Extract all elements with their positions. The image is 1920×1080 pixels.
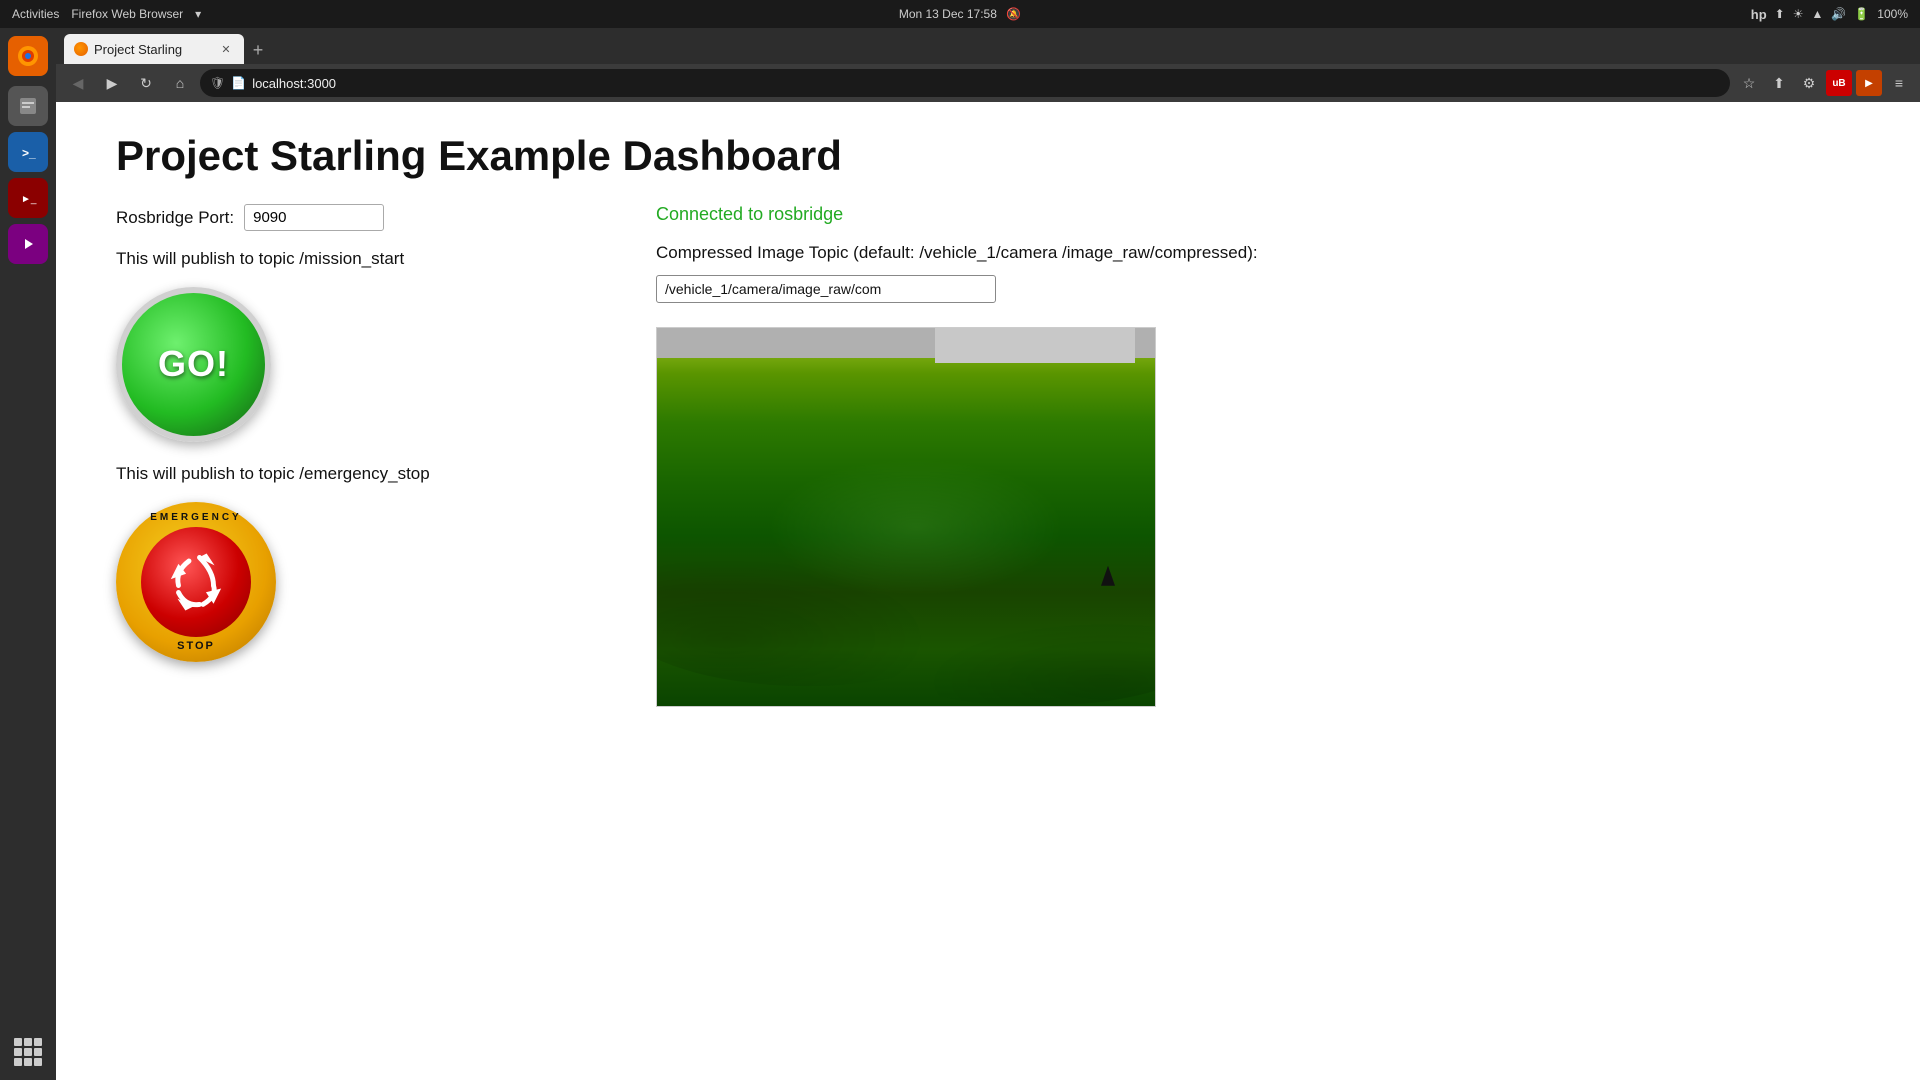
emergency-text-top: EMERGENCY [150,512,241,523]
sidebar-firefox-icon[interactable] [8,36,48,76]
camera-image-content [657,328,1155,706]
topic-label: Compressed Image Topic (default: /vehicl… [656,241,1860,265]
camera-view [656,327,1156,707]
rosbridge-row: Rosbridge Port: [116,204,596,231]
sidebar-grid-button[interactable] [8,1032,48,1072]
extension-pocket-icon[interactable]: ⬆ [1766,70,1792,96]
datetime-label: Mon 13 Dec 17:58 [899,7,997,21]
svg-text:►_: ►_ [21,194,37,205]
ublock-icon[interactable]: uB [1826,70,1852,96]
left-panel: Rosbridge Port: This will publish to top… [116,204,596,707]
tab-close-button[interactable]: ✕ [218,41,234,57]
reload-button[interactable]: ↻ [132,69,160,97]
page-icon: 📄 [231,76,246,90]
tab-favicon [74,42,88,56]
extensions-icon[interactable]: ⬆ [1775,7,1785,21]
go-button-label: GO! [158,343,229,385]
url-display[interactable]: localhost:3000 [252,76,1720,91]
notification-icon: 🔕 [1006,7,1021,21]
firefox-account-icon[interactable]: ⚙ [1796,70,1822,96]
os-topbar-right: hp ⬆ ☀ ▲ 🔊 🔋 100% [1751,7,1908,22]
topic-input[interactable] [656,275,996,303]
os-sidebar: >_ ►_ [0,28,56,1080]
sidebar-vscode-icon[interactable]: >_ [8,132,48,172]
os-topbar-left: Activities Firefox Web Browser ▾ [12,7,201,21]
os-topbar: Activities Firefox Web Browser ▾ Mon 13 … [0,0,1920,28]
toolbar-right-icons: ☆ ⬆ ⚙ uB ▶ ≡ [1736,70,1912,96]
emergency-publish-text: This will publish to topic /emergency_st… [116,462,596,486]
volume-icon[interactable]: 🔊 [1831,7,1846,21]
rosbridge-port-input[interactable] [244,204,384,231]
dropdown-arrow[interactable]: ▾ [195,7,201,21]
emergency-arrows-icon [161,547,231,617]
page-content: Project Starling Example Dashboard Rosbr… [56,102,1920,1080]
browser-toolbar: ◀ ▶ ↻ ⌂ 🛡 📄 localhost:3000 ☆ ⬆ ⚙ uB ▶ ≡ [56,64,1920,102]
go-button[interactable]: GO! [116,287,271,442]
browser-tabs: Project Starling ✕ + [56,28,1920,64]
svg-text:>_: >_ [22,146,36,160]
browser-chrome: Project Starling ✕ + ◀ ▶ ↻ ⌂ 🛡 📄 localho… [56,28,1920,102]
brightness-icon[interactable]: ☀ [1793,7,1804,21]
emergency-inner-circle [141,527,251,637]
connected-status: Connected to rosbridge [656,204,1860,225]
battery-icon: 🔋 [1854,7,1869,21]
os-topbar-center: Mon 13 Dec 17:58 🔕 [899,7,1021,21]
activities-label[interactable]: Activities [12,7,59,21]
emergency-stop-button[interactable]: EMERGENCY [116,502,276,662]
home-button[interactable]: ⌂ [166,69,194,97]
battery-label: 100% [1877,7,1908,21]
page-title: Project Starling Example Dashboard [116,132,1860,180]
grass-texture [657,328,1155,706]
new-tab-button[interactable]: + [244,36,272,64]
rosbridge-label: Rosbridge Port: [116,208,234,228]
go-button-wrap: GO! [116,287,596,442]
active-tab[interactable]: Project Starling ✕ [64,34,244,64]
main-layout: Rosbridge Port: This will publish to top… [116,204,1860,707]
security-icon: 🛡 [210,76,225,90]
bookmark-icon[interactable]: ☆ [1736,70,1762,96]
emergency-button-wrap: EMERGENCY [116,502,596,662]
menu-icon[interactable]: ≡ [1886,70,1912,96]
mission-publish-text: This will publish to topic /mission_star… [116,247,596,271]
browser-label[interactable]: Firefox Web Browser [71,7,183,21]
back-button[interactable]: ◀ [64,69,92,97]
sidebar-terminal-icon[interactable]: ►_ [8,178,48,218]
forward-button[interactable]: ▶ [98,69,126,97]
right-panel: Connected to rosbridge Compressed Image … [656,204,1860,707]
emergency-text-bottom: STOP [177,640,215,652]
tab-title: Project Starling [94,42,182,57]
video-icon[interactable]: ▶ [1856,70,1882,96]
sidebar-media-icon[interactable] [8,224,48,264]
sidebar-files-icon[interactable] [8,86,48,126]
wifi-icon[interactable]: ▲ [1812,7,1824,21]
hp-icon: hp [1751,7,1767,22]
grid-icon [14,1038,42,1066]
address-bar[interactable]: 🛡 📄 localhost:3000 [200,69,1730,97]
